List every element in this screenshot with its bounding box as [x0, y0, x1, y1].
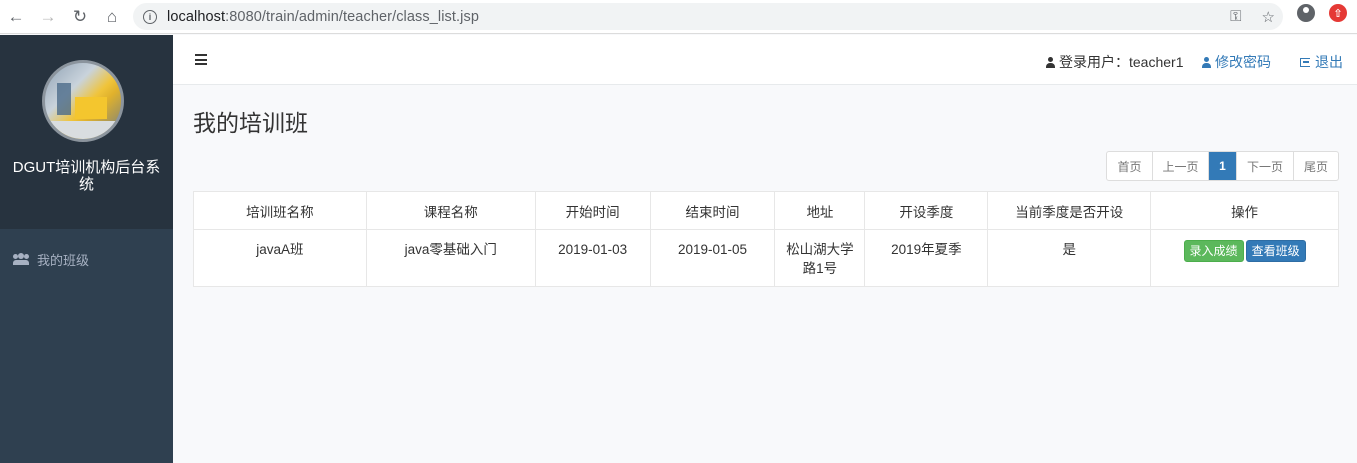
cell-season: 2019年夏季 [864, 229, 989, 287]
extension-icon[interactable]: ⇧ [1329, 4, 1347, 22]
profile-icon[interactable] [1297, 4, 1315, 22]
column-header: 地址 [774, 191, 866, 230]
table-row: javaA班 java零基础入门 2019-01-03 2019-01-05 松… [193, 229, 1339, 287]
column-header: 课程名称 [365, 191, 536, 230]
page-first-button[interactable]: 首页 [1107, 152, 1153, 180]
change-password-link[interactable]: 修改密码 [1202, 52, 1271, 72]
login-user-label: 登录用户：teacher1 [1059, 54, 1184, 70]
star-icon[interactable]: ☆ [1262, 8, 1275, 26]
home-icon[interactable]: ⌂ [96, 0, 128, 34]
user-icon [1202, 56, 1211, 68]
address-bar[interactable]: i localhost:8080/train/admin/teacher/cla… [133, 3, 1283, 30]
cell-start-date: 2019-01-03 [534, 229, 651, 287]
info-icon[interactable]: i [143, 9, 157, 24]
top-navbar: 登录用户：teacher1 修改密码 退出 [173, 35, 1357, 85]
page-prev-button[interactable]: 上一页 [1153, 152, 1209, 180]
cell-address: 松山湖大学路1号 [774, 229, 866, 287]
cell-class-name: javaA班 [193, 229, 367, 287]
sidebar-brand: DGUT培训机构后台系统 [0, 35, 173, 229]
page-last-button[interactable]: 尾页 [1294, 152, 1338, 180]
brand-name: DGUT培训机构后台系统 [12, 159, 161, 193]
column-header: 操作 [1150, 191, 1339, 230]
user-icon [1046, 56, 1055, 68]
cell-actions: 录入成绩 查看班级 [1150, 229, 1339, 287]
login-user: 登录用户：teacher1 [1046, 52, 1183, 72]
back-icon[interactable]: ← [0, 0, 32, 34]
column-header: 当前季度是否开设 [987, 191, 1152, 230]
forward-icon[interactable]: → [32, 0, 64, 34]
sign-out-icon [1300, 57, 1310, 67]
column-header: 结束时间 [649, 191, 776, 230]
logout-link[interactable]: 退出 [1300, 52, 1343, 72]
cell-end-date: 2019-01-05 [649, 229, 776, 287]
url-text[interactable]: localhost:8080/train/admin/teacher/class… [167, 9, 479, 25]
column-header: 开设季度 [864, 191, 989, 230]
sidebar: DGUT培训机构后台系统 我的班级 [0, 35, 173, 463]
key-icon[interactable]: ⚿ [1230, 8, 1241, 25]
avatar [42, 60, 124, 142]
menu-toggle-icon[interactable] [195, 54, 207, 65]
sidebar-item-my-classes[interactable]: 我的班级 [0, 245, 173, 273]
column-header: 开始时间 [534, 191, 651, 230]
class-table: 培训班名称 课程名称 开始时间 结束时间 地址 开设季度 当前季度是否开设 操作… [193, 191, 1339, 287]
view-class-button[interactable]: 查看班级 [1245, 240, 1306, 262]
enter-grades-button[interactable]: 录入成绩 [1183, 240, 1244, 262]
browser-toolbar: ← → ↻ ⌂ i localhost:8080/train/admin/tea… [0, 0, 1357, 34]
page-next-button[interactable]: 下一页 [1237, 152, 1294, 180]
table-header-row: 培训班名称 课程名称 开始时间 结束时间 地址 开设季度 当前季度是否开设 操作 [193, 191, 1339, 230]
page-title: 我的培训班 [193, 110, 308, 136]
page-current[interactable]: 1 [1209, 152, 1237, 180]
cell-current: 是 [987, 229, 1152, 287]
users-icon [13, 253, 29, 265]
pagination: 首页 上一页 1 下一页 尾页 [1106, 151, 1339, 181]
reload-icon[interactable]: ↻ [64, 0, 96, 34]
sidebar-item-label: 我的班级 [37, 252, 90, 268]
column-header: 培训班名称 [193, 191, 367, 230]
cell-course-name: java零基础入门 [365, 229, 536, 287]
